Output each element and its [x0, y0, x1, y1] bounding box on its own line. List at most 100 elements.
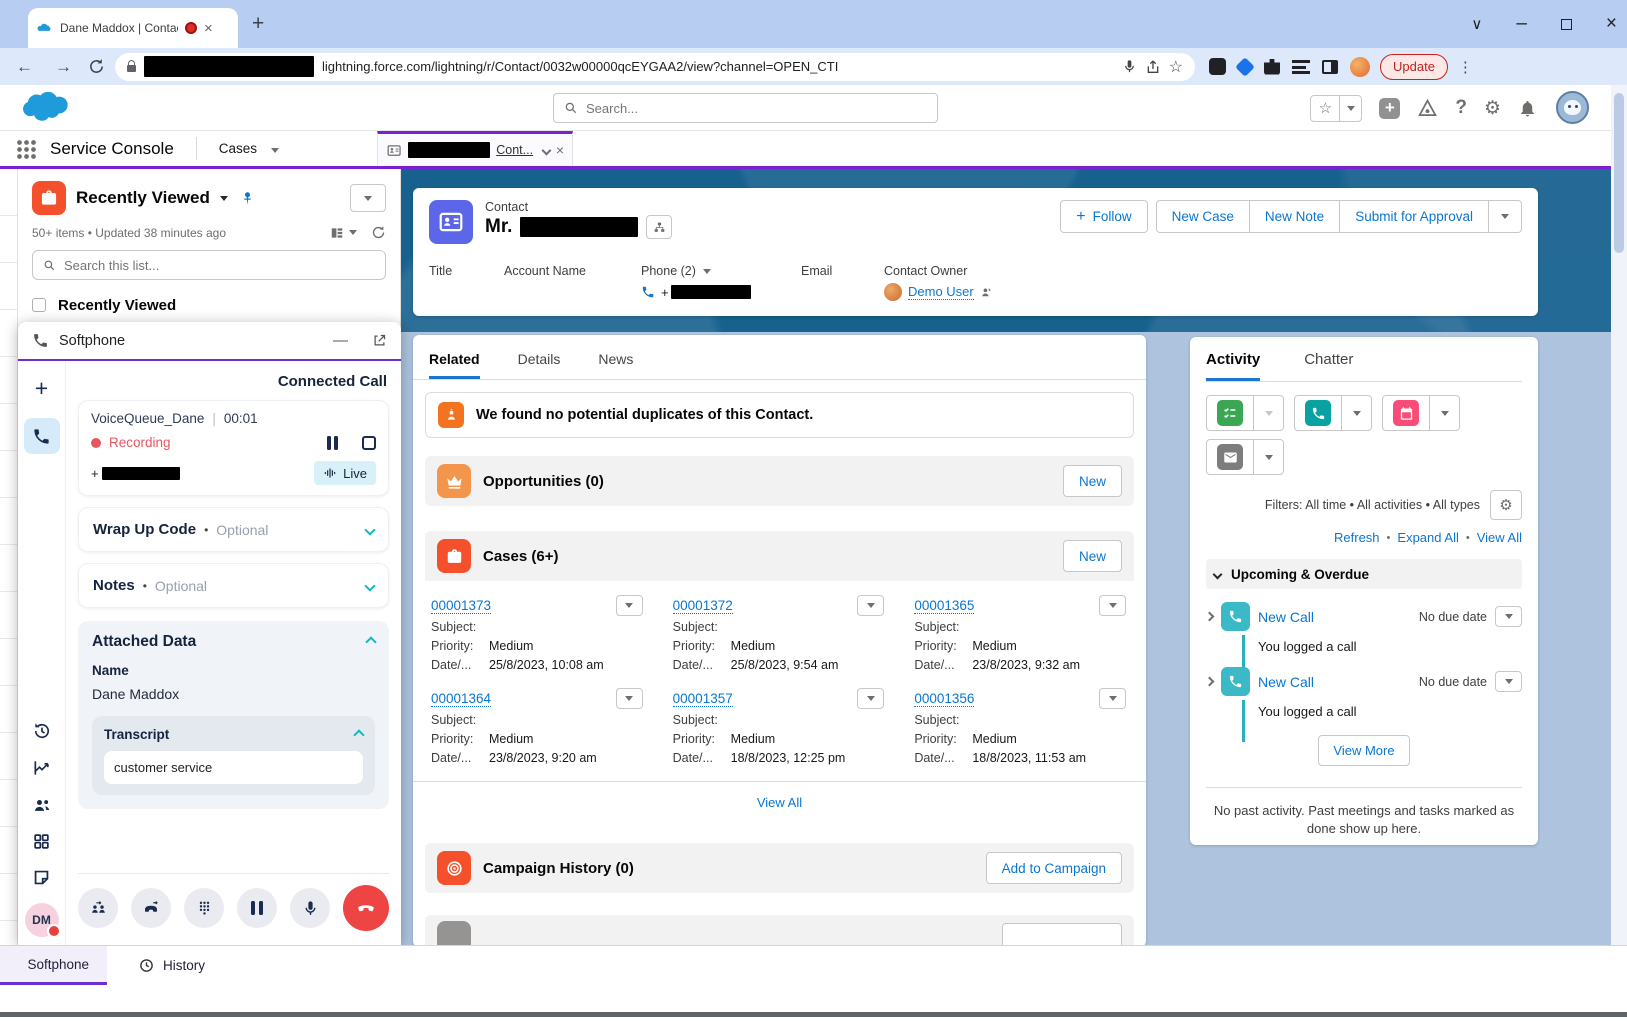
- case-row-menu-button[interactable]: [1099, 688, 1126, 709]
- new-note-button[interactable]: New Note: [1250, 200, 1340, 233]
- email-button[interactable]: [1207, 440, 1254, 474]
- case-tile[interactable]: 00001364 Subject: Priority:Medium Date/.…: [417, 680, 659, 773]
- case-number-link[interactable]: 00001357: [673, 691, 733, 707]
- tab-activity[interactable]: Activity: [1206, 351, 1260, 381]
- notes-section[interactable]: Notes • Optional: [78, 563, 389, 608]
- view-more-button[interactable]: View More: [1318, 735, 1410, 766]
- upcoming-overdue-section[interactable]: Upcoming & Overdue: [1206, 559, 1522, 589]
- browser-tab[interactable]: Dane Maddox | Contact | Sal ×: [28, 8, 238, 48]
- transfer-button[interactable]: [131, 888, 171, 928]
- browser-scrollbar[interactable]: [1611, 85, 1627, 1021]
- mute-button[interactable]: [290, 888, 330, 928]
- new-event-button[interactable]: [1383, 396, 1430, 430]
- case-number-link[interactable]: 00001373: [431, 598, 491, 614]
- collapse-chevron-icon[interactable]: [1213, 569, 1223, 579]
- case-number-link[interactable]: 00001356: [914, 691, 974, 707]
- global-actions-icon[interactable]: +: [1379, 98, 1400, 119]
- nav-item-cases[interactable]: Cases: [197, 141, 271, 156]
- tab-news[interactable]: News: [598, 351, 633, 379]
- new-case-section-button[interactable]: New: [1063, 540, 1122, 572]
- user-avatar[interactable]: [1556, 91, 1589, 124]
- chrome-update-button[interactable]: Update: [1380, 54, 1448, 80]
- log-call-button[interactable]: [1295, 396, 1342, 430]
- campaign-history-section[interactable]: Campaign History (0) Add to Campaign: [425, 843, 1134, 893]
- history-icon[interactable]: [32, 721, 52, 741]
- case-number-link[interactable]: 00001365: [914, 598, 974, 614]
- url-bar[interactable]: lightning.force.com/lightning/r/Contact/…: [115, 53, 1195, 81]
- new-tab-button[interactable]: +: [252, 12, 264, 36]
- follow-button[interactable]: + Follow: [1060, 200, 1147, 233]
- close-tab-icon[interactable]: ×: [204, 20, 213, 37]
- case-tile[interactable]: 00001356 Subject: Priority:Medium Date/.…: [900, 680, 1142, 773]
- utility-tab-history[interactable]: History: [121, 946, 223, 985]
- stop-recording-button[interactable]: [362, 436, 376, 450]
- tab-search-chevron-icon[interactable]: ∨: [1471, 15, 1482, 33]
- expand-chevron-icon[interactable]: [364, 524, 375, 535]
- live-transcription-badge[interactable]: Live: [314, 461, 376, 485]
- mic-icon[interactable]: [1122, 59, 1137, 74]
- owner-link[interactable]: Demo User: [908, 284, 974, 300]
- view-all-link[interactable]: View All: [1477, 530, 1522, 545]
- cases-title[interactable]: Cases (6+): [483, 548, 558, 565]
- list-search[interactable]: [32, 250, 386, 280]
- opportunities-section[interactable]: Opportunities (0) New: [425, 456, 1134, 506]
- activity-title-link[interactable]: New Call: [1258, 674, 1314, 690]
- expand-chevron-icon[interactable]: [364, 580, 375, 591]
- extension-icon[interactable]: [1235, 57, 1255, 77]
- list-row[interactable]: Recently Viewed: [32, 294, 386, 316]
- task-dropdown-button[interactable]: [1254, 396, 1283, 430]
- reading-list-icon[interactable]: [1292, 60, 1310, 74]
- list-view-menu-button[interactable]: [350, 184, 386, 212]
- list-view-caret[interactable]: [220, 196, 228, 201]
- favorites-button[interactable]: ☆: [1310, 95, 1362, 122]
- side-panel-icon[interactable]: [1322, 60, 1338, 74]
- add-to-campaign-button[interactable]: Add to Campaign: [986, 852, 1122, 884]
- tab-related[interactable]: Related: [429, 351, 480, 379]
- extensions-puzzle-icon[interactable]: [1264, 59, 1280, 75]
- row-checkbox[interactable]: [32, 298, 46, 312]
- workspace-tab-contact[interactable]: Cont... ×: [377, 131, 573, 166]
- popout-icon[interactable]: [372, 333, 387, 348]
- favorites-star-icon[interactable]: ☆: [1311, 96, 1339, 121]
- case-row-menu-button[interactable]: [857, 595, 884, 616]
- app-launcher-waffle-icon[interactable]: [16, 139, 36, 159]
- case-number-link[interactable]: 00001364: [431, 691, 491, 707]
- campaign-history-title[interactable]: Campaign History (0): [483, 860, 634, 877]
- collapse-chevron-icon[interactable]: [365, 636, 376, 647]
- window-close-button[interactable]: ×: [1606, 13, 1617, 35]
- tab-close-icon[interactable]: ×: [556, 142, 564, 158]
- collapse-chevron-icon[interactable]: [353, 729, 364, 740]
- hierarchy-button[interactable]: [646, 215, 672, 239]
- email-dropdown-button[interactable]: [1254, 440, 1283, 474]
- nav-caret[interactable]: [271, 140, 279, 158]
- tab-chevron-icon[interactable]: [542, 145, 552, 155]
- submit-for-approval-button[interactable]: Submit for Approval: [1340, 200, 1489, 233]
- forward-button[interactable]: →: [49, 57, 78, 77]
- case-row-menu-button[interactable]: [616, 595, 643, 616]
- case-row-menu-button[interactable]: [857, 688, 884, 709]
- case-row-menu-button[interactable]: [1099, 595, 1126, 616]
- case-tile[interactable]: 00001357 Subject: Priority:Medium Date/.…: [659, 680, 901, 773]
- utility-tab-softphone[interactable]: Softphone: [0, 946, 107, 985]
- conference-button[interactable]: [78, 888, 118, 928]
- notes-icon[interactable]: [32, 868, 51, 887]
- more-actions-button[interactable]: [1489, 200, 1522, 233]
- list-search-input[interactable]: [64, 258, 375, 273]
- next-section-partial[interactable]: [425, 915, 1134, 947]
- activity-title-link[interactable]: New Call: [1258, 609, 1314, 625]
- new-opportunity-button[interactable]: New: [1063, 465, 1122, 497]
- list-view-title[interactable]: Recently Viewed: [76, 188, 210, 208]
- browser-menu-icon[interactable]: ⋮: [1458, 58, 1473, 76]
- share-icon[interactable]: [1145, 59, 1161, 75]
- cases-view-all-link[interactable]: View All: [757, 795, 802, 810]
- bookmark-star-icon[interactable]: ☆: [1169, 57, 1183, 77]
- case-row-menu-button[interactable]: [616, 688, 643, 709]
- activity-settings-button[interactable]: ⚙: [1490, 490, 1522, 520]
- case-tile[interactable]: 00001372 Subject: Priority:Medium Date/.…: [659, 587, 901, 680]
- expand-all-link[interactable]: Expand All: [1397, 530, 1458, 545]
- back-button[interactable]: ←: [10, 57, 39, 77]
- guidance-center-icon[interactable]: [1417, 98, 1438, 119]
- setup-gear-icon[interactable]: ⚙: [1484, 97, 1501, 120]
- tab-details[interactable]: Details: [518, 351, 561, 379]
- window-maximize-button[interactable]: [1561, 19, 1572, 30]
